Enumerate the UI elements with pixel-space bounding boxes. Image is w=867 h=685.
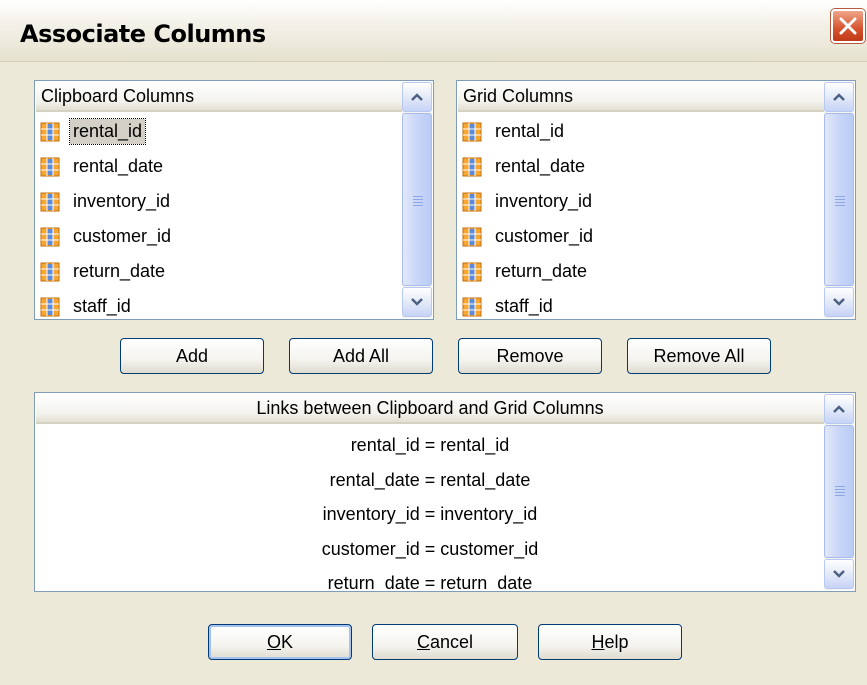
cancel-label-rest: ancel: [429, 632, 474, 652]
table-column-icon: [40, 122, 60, 141]
scroll-thumb[interactable]: [824, 425, 854, 558]
chevron-down-icon: [411, 298, 423, 306]
list-item-label: rental_date: [495, 156, 586, 176]
table-column-icon: [462, 122, 482, 141]
grid-scrollbar[interactable]: [824, 82, 854, 318]
list-item[interactable]: rental_date: [36, 149, 402, 184]
link-item[interactable]: rental_date = rental_date: [36, 463, 824, 498]
cancel-button[interactable]: Cancel: [372, 624, 518, 660]
table-column-icon: [40, 297, 60, 316]
list-item-label: inventory_id: [73, 191, 171, 211]
chevron-up-icon: [411, 93, 423, 101]
remove-all-button[interactable]: Remove All: [627, 338, 771, 374]
table-column-icon: [462, 157, 482, 176]
list-item-label: rental_id: [495, 121, 565, 141]
link-item[interactable]: customer_id = customer_id: [36, 532, 824, 567]
list-item-label: customer_id: [73, 226, 172, 246]
remove-button[interactable]: Remove: [458, 338, 602, 374]
table-column-icon: [462, 227, 482, 246]
list-item-label: rental_date: [73, 156, 164, 176]
help-mnemonic: H: [591, 632, 605, 652]
table-column-icon: [462, 192, 482, 211]
grid-columns-items: rental_id rental_date inventory_id customer…: [458, 114, 824, 319]
list-item-label: staff_id: [73, 296, 131, 316]
ok-label-rest: K: [281, 632, 294, 652]
scroll-up-button[interactable]: [824, 82, 854, 112]
scroll-thumb[interactable]: [402, 113, 432, 286]
list-item[interactable]: customer_id: [458, 219, 824, 254]
links-list[interactable]: Links between Clipboard and Grid Columns…: [34, 392, 856, 592]
links-scrollbar[interactable]: [824, 394, 854, 590]
table-column-icon: [40, 157, 60, 176]
list-item[interactable]: inventory_id: [36, 184, 402, 219]
list-item[interactable]: staff_id: [458, 289, 824, 319]
table-column-icon: [462, 297, 482, 316]
list-item[interactable]: rental_id: [458, 114, 824, 149]
help-button[interactable]: Help: [538, 624, 682, 660]
list-item[interactable]: customer_id: [36, 219, 402, 254]
link-item[interactable]: return_date = return_date: [36, 566, 824, 591]
list-item-label: rental_id: [68, 118, 147, 145]
list-item-label: return_date: [495, 261, 588, 281]
associate-columns-dialog: Associate Columns Clipboard Columns rent…: [0, 0, 867, 685]
list-item-label: return_date: [73, 261, 166, 281]
table-column-icon: [40, 192, 60, 211]
scroll-up-button[interactable]: [824, 394, 854, 424]
list-item[interactable]: rental_id: [36, 114, 402, 149]
link-item[interactable]: rental_id = rental_id: [36, 428, 824, 463]
grid-columns-list[interactable]: Grid Columns rental_id rental_dateinvento…: [456, 80, 856, 320]
link-item[interactable]: inventory_id = inventory_id: [36, 497, 824, 532]
table-column-icon: [40, 227, 60, 246]
help-label-rest: elp: [604, 632, 629, 652]
window-title: Associate Columns: [20, 20, 266, 48]
scroll-down-button[interactable]: [824, 287, 854, 317]
scroll-up-button[interactable]: [402, 82, 432, 112]
list-item[interactable]: inventory_id: [458, 184, 824, 219]
ok-button[interactable]: OK: [208, 624, 352, 660]
list-item[interactable]: staff_id: [36, 289, 402, 319]
add-button[interactable]: Add: [120, 338, 264, 374]
scroll-down-button[interactable]: [824, 559, 854, 589]
clipboard-columns-header: Clipboard Columns: [36, 82, 402, 112]
title-bar: Associate Columns: [0, 0, 867, 62]
chevron-up-icon: [833, 405, 845, 413]
table-column-icon: [40, 262, 60, 281]
ok-mnemonic: O: [266, 632, 281, 652]
scroll-thumb[interactable]: [824, 113, 854, 286]
links-header: Links between Clipboard and Grid Columns: [36, 394, 824, 424]
chevron-down-icon: [833, 298, 845, 306]
list-item-label: inventory_id: [495, 191, 593, 211]
chevron-down-icon: [833, 570, 845, 578]
links-items: rental_id = rental_id rental_date = renta…: [36, 428, 824, 591]
close-button[interactable]: [831, 9, 865, 43]
grid-columns-header: Grid Columns: [458, 82, 824, 112]
clipboard-columns-items: rental_id rental_date inventory_id customer…: [36, 114, 402, 319]
clipboard-columns-list[interactable]: Clipboard Columns rental_id rental_datein…: [34, 80, 434, 320]
chevron-up-icon: [833, 93, 845, 101]
clipboard-scrollbar[interactable]: [402, 82, 432, 318]
cancel-mnemonic: C: [416, 632, 430, 652]
scroll-down-button[interactable]: [402, 287, 432, 317]
list-item-label: staff_id: [495, 296, 553, 316]
list-item[interactable]: rental_date: [458, 149, 824, 184]
close-icon: [839, 17, 857, 35]
list-item-label: customer_id: [495, 226, 594, 246]
list-item[interactable]: return_date: [458, 254, 824, 289]
add-all-button[interactable]: Add All: [289, 338, 433, 374]
list-item[interactable]: return_date: [36, 254, 402, 289]
table-column-icon: [462, 262, 482, 281]
